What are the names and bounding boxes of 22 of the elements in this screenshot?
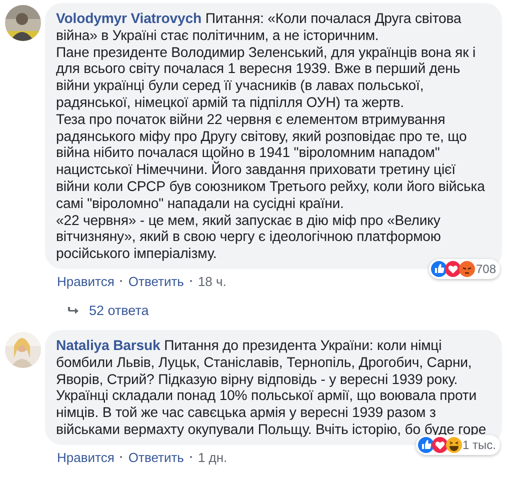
- author-link[interactable]: Volodymyr Viatrovych: [56, 10, 202, 26]
- separator-dot: [190, 456, 192, 458]
- replies-link[interactable]: 52 ответа: [5, 288, 502, 330]
- angry-face-icon: [458, 260, 475, 277]
- reply-arrow-icon: [67, 306, 79, 315]
- separator-dot: [120, 280, 122, 282]
- comment-time[interactable]: 18 ч.: [198, 274, 226, 289]
- comment-action-link[interactable]: Нравится: [57, 450, 114, 465]
- separator-dot: [120, 456, 122, 458]
- comment-time[interactable]: 1 дн.: [198, 450, 228, 465]
- reactions-badge[interactable]: 708: [428, 258, 500, 279]
- like-icon: [418, 436, 434, 453]
- laughing-face-icon: [446, 436, 462, 453]
- like-icon: [430, 260, 447, 277]
- reactions-badge[interactable]: 1 тыс.: [416, 434, 500, 455]
- separator-dot: [190, 280, 192, 282]
- comment-action-link[interactable]: Ответить: [128, 450, 184, 465]
- reaction-count: 1 тыс.: [462, 438, 496, 452]
- comment-action-link[interactable]: Нравится: [57, 274, 114, 289]
- author-link[interactable]: Nataliya Barsuk: [56, 336, 160, 353]
- reaction-count: 708: [476, 262, 496, 276]
- comment-action-link[interactable]: Ответить: [128, 274, 184, 289]
